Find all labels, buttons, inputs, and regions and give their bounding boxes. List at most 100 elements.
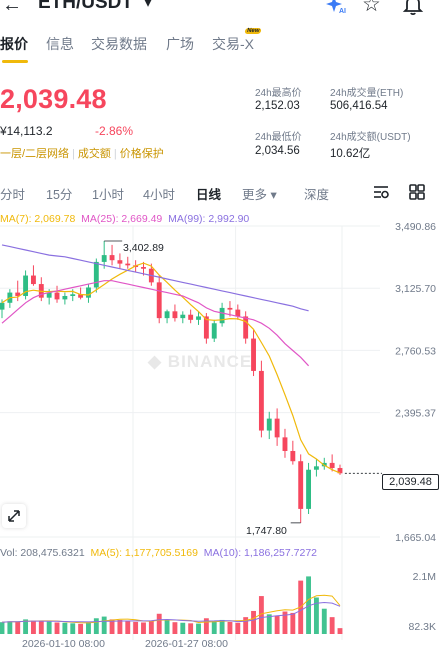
layout-grid-icon[interactable] (408, 183, 426, 201)
ma99-line (1, 244, 309, 312)
period-low-label: 1,747.80 (246, 525, 287, 537)
new-badge: New (244, 28, 262, 34)
candle-body (156, 282, 162, 319)
tag-list: 一层/二层网络 | 成交额 | 价格保护 (0, 145, 164, 161)
volume-bar (93, 618, 99, 634)
tab-info[interactable]: 信息 (46, 34, 74, 54)
candle-body (196, 316, 201, 320)
volume-bar (7, 621, 13, 634)
watermark-text: BINANCE (167, 352, 253, 371)
last-price-marker: 2,039.48 (382, 474, 439, 490)
candle-body (235, 309, 241, 317)
tf-4h[interactable]: 4小时 (143, 184, 175, 203)
volume-bar (274, 615, 280, 634)
candle-body (93, 261, 99, 288)
indicator-settings-icon[interactable] (372, 183, 390, 201)
volume-bar (211, 620, 217, 634)
high-24h-value: 2,152.03 (255, 100, 300, 112)
tf-more[interactable]: 更多 ▾ (242, 184, 277, 203)
volume-bar (329, 617, 335, 634)
expand-icon (8, 510, 20, 522)
volume-bar (337, 628, 343, 634)
candle-body (211, 323, 217, 339)
candle-body (141, 267, 146, 269)
volume-bar (321, 608, 327, 634)
vol-ma5-label: MA(5): 1,177,705.5169 (90, 547, 198, 559)
tab-square[interactable]: 广场 (166, 34, 194, 54)
ai-sparkle-icon[interactable]: AI (326, 0, 348, 14)
candle-body (62, 295, 68, 300)
tf-line[interactable]: 分时 (0, 184, 25, 203)
binance-watermark: ◆ BINANCE (148, 352, 253, 371)
date-axis-label: 2026-01-10 08:00 (22, 638, 105, 649)
price-chart[interactable]: 3,490.86 3,125.70 2,760.53 2,395.37 1,665.04… (0, 222, 445, 649)
candle-body (313, 466, 319, 470)
tf-1d[interactable]: 日线 (196, 184, 221, 203)
tab-quotes[interactable]: 报价 (0, 34, 28, 54)
volume-bar (46, 621, 52, 634)
volume-bar (172, 622, 178, 634)
low-24h-value: 2,034.56 (255, 145, 300, 157)
price-axis-label: 3,125.70 (395, 283, 436, 295)
volume-usdt-label: 24h成交额(USDT) (330, 132, 411, 143)
pair-title[interactable]: ETH/USDT (38, 0, 133, 14)
volume-bar (164, 620, 170, 634)
period-high-label: 3,402.89 (123, 242, 164, 254)
price-change-percent: -2.86% (95, 124, 134, 138)
candle-body (86, 287, 91, 298)
low-24h-label: 24h最低价 (255, 132, 302, 143)
volume-legend: Vol: 208,475.6321 MA(5): 1,177,705.5169 … (0, 547, 317, 559)
volume-bar (117, 619, 123, 634)
tag-layer-network[interactable]: 一层/二层网络 (0, 148, 69, 160)
volume-bar (15, 621, 21, 634)
candle-body (117, 260, 123, 264)
volume-bar (125, 621, 131, 634)
price-axis-label: 2,395.37 (395, 408, 436, 420)
candle-body (274, 418, 280, 438)
tf-depth[interactable]: 深度 (304, 184, 329, 203)
price-axis-label: 3,490.86 (395, 222, 436, 233)
volume-bar (156, 613, 162, 634)
candle-body (306, 469, 311, 509)
tag-turnover[interactable]: 成交额 (78, 148, 111, 160)
chevron-down-icon[interactable]: ▾ (144, 0, 152, 12)
tab-trading-data[interactable]: 交易数据 (91, 34, 147, 54)
candle-body (180, 314, 186, 319)
tf-15m[interactable]: 15分 (46, 184, 72, 203)
high-24h-label: 24h最高价 (255, 88, 302, 99)
svg-text:AI: AI (339, 8, 346, 14)
volume-bar (141, 622, 146, 634)
tab-trade-x[interactable]: 交易-X (212, 34, 254, 54)
bell-icon[interactable] (402, 0, 424, 16)
candle-body (31, 275, 36, 285)
volume-bar (0, 622, 5, 634)
volume-bar (219, 619, 225, 634)
volume-ma10-line (1, 601, 341, 623)
volume-bar (227, 621, 233, 634)
volume-bar (251, 610, 256, 634)
back-arrow-icon[interactable]: ← (2, 0, 22, 17)
candle-body (329, 462, 335, 469)
volume-bar (38, 621, 44, 634)
candle-body (298, 461, 304, 509)
volume-eth-label: 24h成交量(ETH) (330, 88, 404, 99)
candle-body (266, 418, 272, 431)
volume-bar (235, 622, 241, 634)
tag-price-protection[interactable]: 价格保护 (120, 148, 164, 160)
volume-bar (62, 622, 68, 634)
volume-bar (101, 616, 107, 634)
tag-separator: | (113, 148, 117, 160)
volume-bar (31, 620, 36, 634)
date-axis-label: 2026-01-27 08:00 (145, 638, 228, 649)
tag-separator: | (72, 148, 75, 160)
candle-body (54, 292, 60, 300)
favorite-star-icon[interactable]: ☆ (362, 0, 381, 17)
expand-chart-button[interactable] (2, 504, 26, 528)
price-axis-label: 1,665.04 (395, 532, 436, 544)
tf-1h[interactable]: 1小时 (92, 184, 124, 203)
volume-axis-label: 2.1M (413, 571, 436, 583)
active-tab-indicator (2, 60, 28, 63)
candle-body (290, 450, 296, 462)
volume-bar (78, 623, 84, 634)
candle-body (101, 255, 107, 262)
